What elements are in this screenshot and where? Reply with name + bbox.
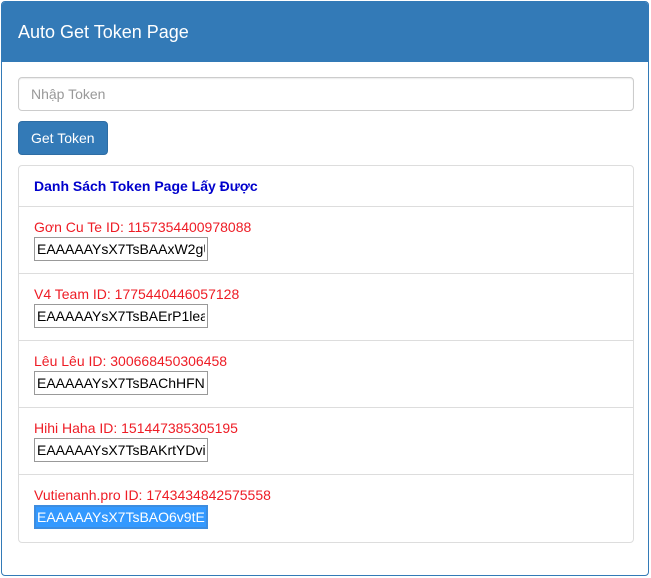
- page-token-field-selected[interactable]: [34, 505, 208, 529]
- list-item: V4 Team ID: 1775440446057128: [19, 274, 633, 341]
- page-token-field[interactable]: [34, 371, 208, 395]
- page-id-label: Vutienanh.pro ID: 1743434842575558: [34, 487, 271, 503]
- get-token-button[interactable]: Get Token: [18, 121, 108, 155]
- page-id-label: V4 Team ID: 1775440446057128: [34, 286, 240, 302]
- page-token-field[interactable]: [34, 237, 208, 261]
- token-panel: Auto Get Token Page Get Token Danh Sách …: [1, 1, 649, 576]
- page-token-field[interactable]: [34, 304, 208, 328]
- token-list: Danh Sách Token Page Lấy Được Gơn Cu Te …: [18, 165, 634, 543]
- page-id-label: Hihi Haha ID: 151447385305195: [34, 420, 238, 436]
- list-item: Gơn Cu Te ID: 1157354400978088: [19, 207, 633, 274]
- list-item: Vutienanh.pro ID: 1743434842575558: [19, 475, 633, 542]
- list-item: Lêu Lêu ID: 300668450306458: [19, 341, 633, 408]
- panel-body: Get Token Danh Sách Token Page Lấy Được …: [2, 62, 648, 543]
- page-id-label: Gơn Cu Te ID: 1157354400978088: [34, 219, 252, 235]
- token-list-header: Danh Sách Token Page Lấy Được: [19, 166, 633, 207]
- page-token-field[interactable]: [34, 438, 208, 462]
- token-input[interactable]: [18, 77, 634, 111]
- list-item: Hihi Haha ID: 151447385305195: [19, 408, 633, 475]
- panel-title: Auto Get Token Page: [2, 2, 648, 62]
- page-id-label: Lêu Lêu ID: 300668450306458: [34, 353, 228, 369]
